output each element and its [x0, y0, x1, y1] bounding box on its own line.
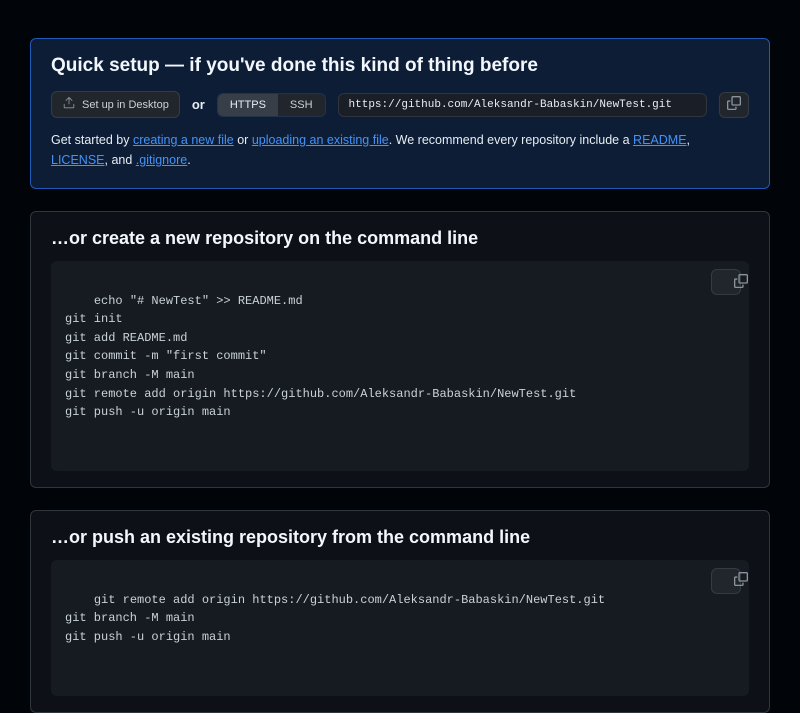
setup-in-desktop-button[interactable]: Set up in Desktop: [51, 91, 180, 118]
desktop-button-label: Set up in Desktop: [82, 99, 169, 111]
upload-file-link[interactable]: uploading an existing file: [252, 133, 389, 147]
create-new-repo-section: …or create a new repository on the comma…: [30, 211, 770, 488]
push-existing-repo-code: git remote add origin https://github.com…: [51, 560, 749, 696]
or-separator: or: [192, 97, 205, 112]
clone-url-input[interactable]: [338, 93, 707, 117]
create-new-repo-title: …or create a new repository on the comma…: [51, 228, 749, 249]
readme-link[interactable]: README: [633, 133, 686, 147]
quick-setup-panel: Quick setup — if you've done this kind o…: [30, 38, 770, 189]
protocol-toggle: HTTPS SSH: [217, 93, 326, 117]
create-new-repo-code: echo "# NewTest" >> README.md git init g…: [51, 261, 749, 471]
quick-setup-title: Quick setup — if you've done this kind o…: [51, 55, 749, 77]
copy-create-code-button[interactable]: [711, 269, 741, 295]
gitignore-link[interactable]: .gitignore: [136, 153, 187, 167]
copy-icon: [704, 557, 748, 604]
copy-icon: [727, 96, 741, 113]
push-existing-repo-title: …or push an existing repository from the…: [51, 527, 749, 548]
copy-url-button[interactable]: [719, 92, 749, 118]
get-started-hint: Get started by creating a new file or up…: [51, 130, 749, 170]
copy-icon: [704, 259, 748, 306]
license-link[interactable]: LICENSE: [51, 153, 105, 167]
ssh-toggle[interactable]: SSH: [278, 94, 325, 116]
https-toggle[interactable]: HTTPS: [218, 94, 278, 116]
desktop-icon: [62, 96, 76, 113]
create-file-link[interactable]: creating a new file: [133, 133, 234, 147]
push-existing-repo-section: …or push an existing repository from the…: [30, 510, 770, 713]
copy-push-code-button[interactable]: [711, 568, 741, 594]
setup-controls-row: Set up in Desktop or HTTPS SSH: [51, 91, 749, 118]
